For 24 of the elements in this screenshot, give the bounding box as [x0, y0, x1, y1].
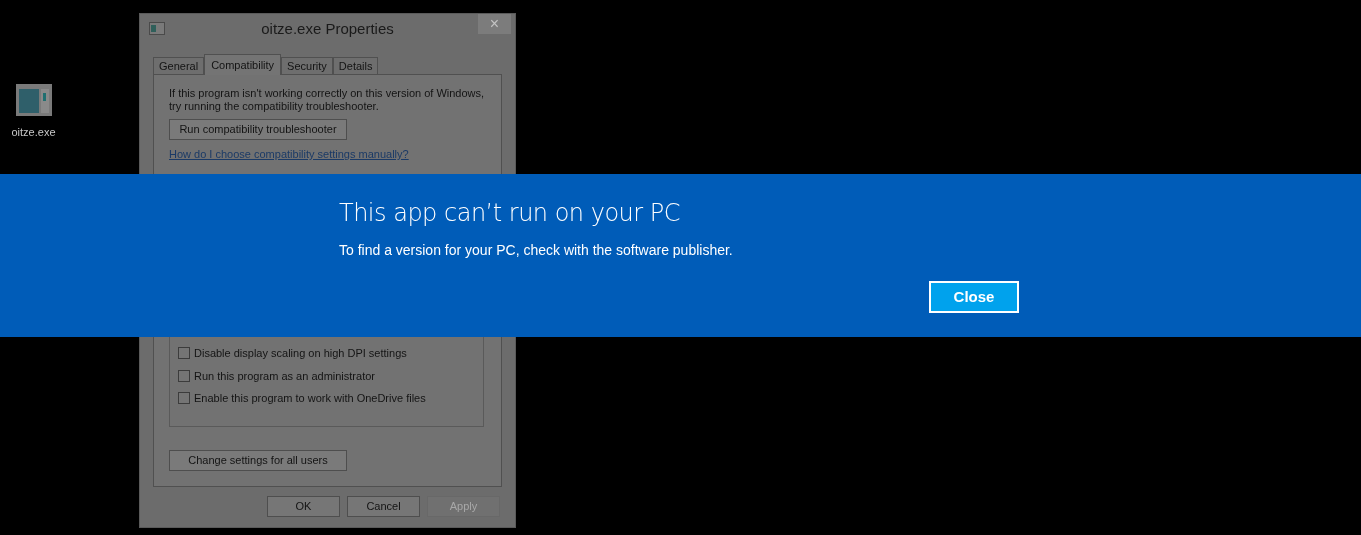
close-button[interactable]: Close — [929, 281, 1019, 313]
program-icon[interactable] — [15, 84, 52, 116]
checkbox-label: Enable this program to work with OneDrive files — [194, 391, 426, 406]
intro-text: If this program isn't working correctly on this version of Windows, try running the compatibility troubleshooter. — [169, 87, 486, 113]
window-title: oitze.exe Properties — [261, 18, 394, 39]
icon-label: oitze.exe — [11, 125, 56, 140]
close-button[interactable]: × — [478, 14, 511, 34]
tab[interactable]: General — [153, 57, 205, 74]
checkbox[interactable] — [178, 392, 190, 405]
dialog-button[interactable]: Cancel — [347, 496, 420, 517]
checkbox[interactable] — [178, 347, 190, 360]
checkbox[interactable] — [178, 369, 190, 382]
dialog-button[interactable]: OK — [267, 496, 340, 517]
banner-title: This app can’t run on your PC — [339, 198, 682, 228]
all-users-button[interactable]: Change settings for all users — [169, 450, 347, 471]
window-icon — [149, 22, 165, 35]
help-link[interactable]: How do I choose compatibility settings manually? — [169, 146, 409, 163]
tab[interactable]: Compatibility — [204, 54, 282, 75]
banner-message: To find a version for your PC, check with the software publisher. — [339, 241, 734, 260]
tab[interactable]: Details — [332, 57, 379, 74]
tab[interactable]: Security — [281, 57, 333, 74]
troubleshooter-button[interactable]: Run compatibility troubleshooter — [169, 119, 347, 140]
checkbox-label: Run this program as an administrator — [194, 368, 375, 384]
checkbox-label: Disable display scaling on high DPI settings — [194, 346, 407, 361]
